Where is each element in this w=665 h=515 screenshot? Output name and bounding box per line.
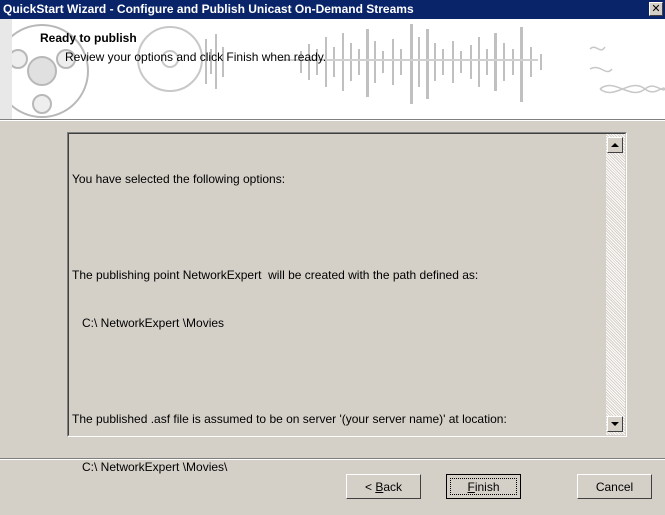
finish-button[interactable]: Finish (446, 474, 521, 499)
summary-line: The publishing point NetworkExpert will … (72, 268, 479, 282)
header-title: Ready to publish (40, 31, 137, 45)
summary-line: ​ (72, 219, 602, 235)
back-label-mnemonic: B (375, 479, 384, 494)
up-arrow-icon (611, 143, 619, 147)
scroll-down-button[interactable] (607, 416, 623, 432)
summary-line: C:\ NetworkExpert \Movies\ (72, 460, 228, 474)
cancel-label: Cancel (595, 479, 634, 494)
close-button[interactable]: ✕ (649, 2, 663, 16)
summary-line: C:\ NetworkExpert \Movies (72, 316, 225, 330)
summary-line: ​ (72, 363, 602, 379)
vertical-scrollbar[interactable] (606, 134, 625, 435)
focus-rectangle (450, 478, 517, 495)
title-bar[interactable]: QuickStart Wizard - Configure and Publis… (0, 0, 665, 19)
scroll-up-button[interactable] (607, 137, 623, 153)
back-label-rest: ack (383, 479, 403, 494)
header-subtitle: Review your options and click Finish whe… (65, 50, 327, 64)
options-summary-box[interactable]: You have selected the following options:… (67, 132, 627, 474)
options-summary-text[interactable]: You have selected the following options:… (72, 139, 602, 507)
wizard-header: Ready to publish Review your options and… (0, 19, 665, 119)
cancel-button[interactable]: Cancel (577, 474, 652, 499)
down-arrow-icon (611, 422, 619, 426)
window-title: QuickStart Wizard - Configure and Publis… (3, 2, 414, 16)
options-summary-frame: You have selected the following options:… (68, 133, 626, 474)
back-label-prefix: < (364, 479, 376, 494)
footer-divider-highlight (0, 459, 665, 460)
summary-line: You have selected the following options: (72, 172, 286, 186)
back-button[interactable]: < Back (346, 474, 421, 499)
header-divider-highlight (0, 120, 665, 121)
close-icon: ✕ (651, 3, 661, 15)
summary-line: The published .asf file is assumed to be… (72, 412, 507, 426)
